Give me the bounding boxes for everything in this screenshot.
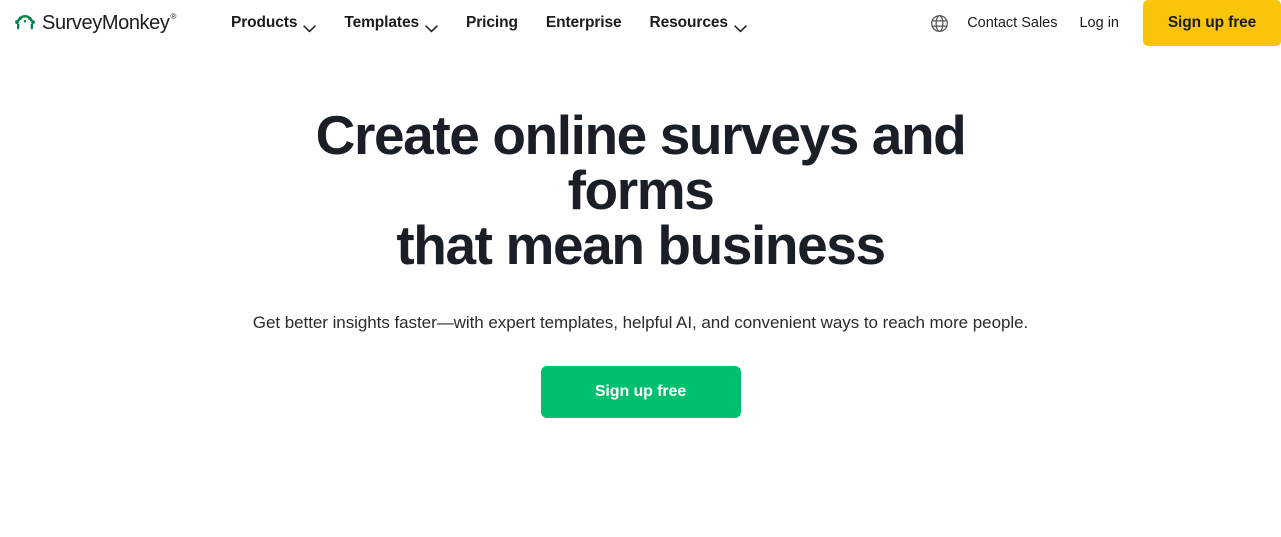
nav-item-enterprise-label: Enterprise: [545, 14, 622, 31]
hero-title-line-2: that mean business: [396, 214, 886, 276]
nav-right-actions: Contact Sales Log in Sign up free: [922, 0, 1281, 46]
nav-item-pricing[interactable]: Pricing: [452, 0, 532, 46]
brand-logo-link[interactable]: SurveyMonkey®: [12, 0, 176, 46]
hero-section: Create online surveys and forms that mea…: [0, 46, 1281, 418]
nav-item-pricing-label: Pricing: [466, 14, 518, 31]
signup-free-button-hero[interactable]: Sign up free: [540, 366, 741, 418]
hero-cta-container: Sign up free: [0, 366, 1281, 418]
primary-nav-links: Products Templates Pricing Enterprise Re…: [217, 0, 761, 46]
contact-sales-link[interactable]: Contact Sales: [956, 0, 1068, 46]
globe-icon: [930, 14, 949, 33]
hero-subtitle: Get better insights faster—with expert t…: [252, 313, 1029, 332]
page-title: Create online surveys and forms that mea…: [251, 108, 1031, 273]
brand-wordmark: SurveyMonkey®: [42, 11, 176, 35]
nav-item-templates-label: Templates: [344, 14, 419, 31]
chevron-down-icon: [303, 20, 317, 33]
nav-item-products-label: Products: [230, 14, 298, 31]
log-in-link[interactable]: Log in: [1068, 0, 1130, 46]
chevron-down-icon: [425, 20, 438, 33]
registered-trademark-symbol: ®: [170, 11, 176, 21]
nav-item-enterprise[interactable]: Enterprise: [532, 0, 636, 46]
brand-name-text: SurveyMonkey: [42, 11, 170, 34]
surveymonkey-logo-icon: [12, 10, 38, 36]
hero-title-line-1: Create online surveys and forms: [315, 104, 967, 221]
nav-item-products[interactable]: Products: [217, 0, 330, 46]
language-selector-button[interactable]: [922, 0, 956, 46]
nav-item-resources-label: Resources: [649, 14, 728, 31]
nav-item-resources[interactable]: Resources: [636, 0, 761, 46]
signup-free-button-header[interactable]: Sign up free: [1143, 0, 1281, 46]
top-navigation-bar: SurveyMonkey® Products Templates Pricing…: [0, 0, 1281, 46]
nav-item-templates[interactable]: Templates: [330, 0, 452, 46]
chevron-down-icon: [733, 20, 747, 33]
